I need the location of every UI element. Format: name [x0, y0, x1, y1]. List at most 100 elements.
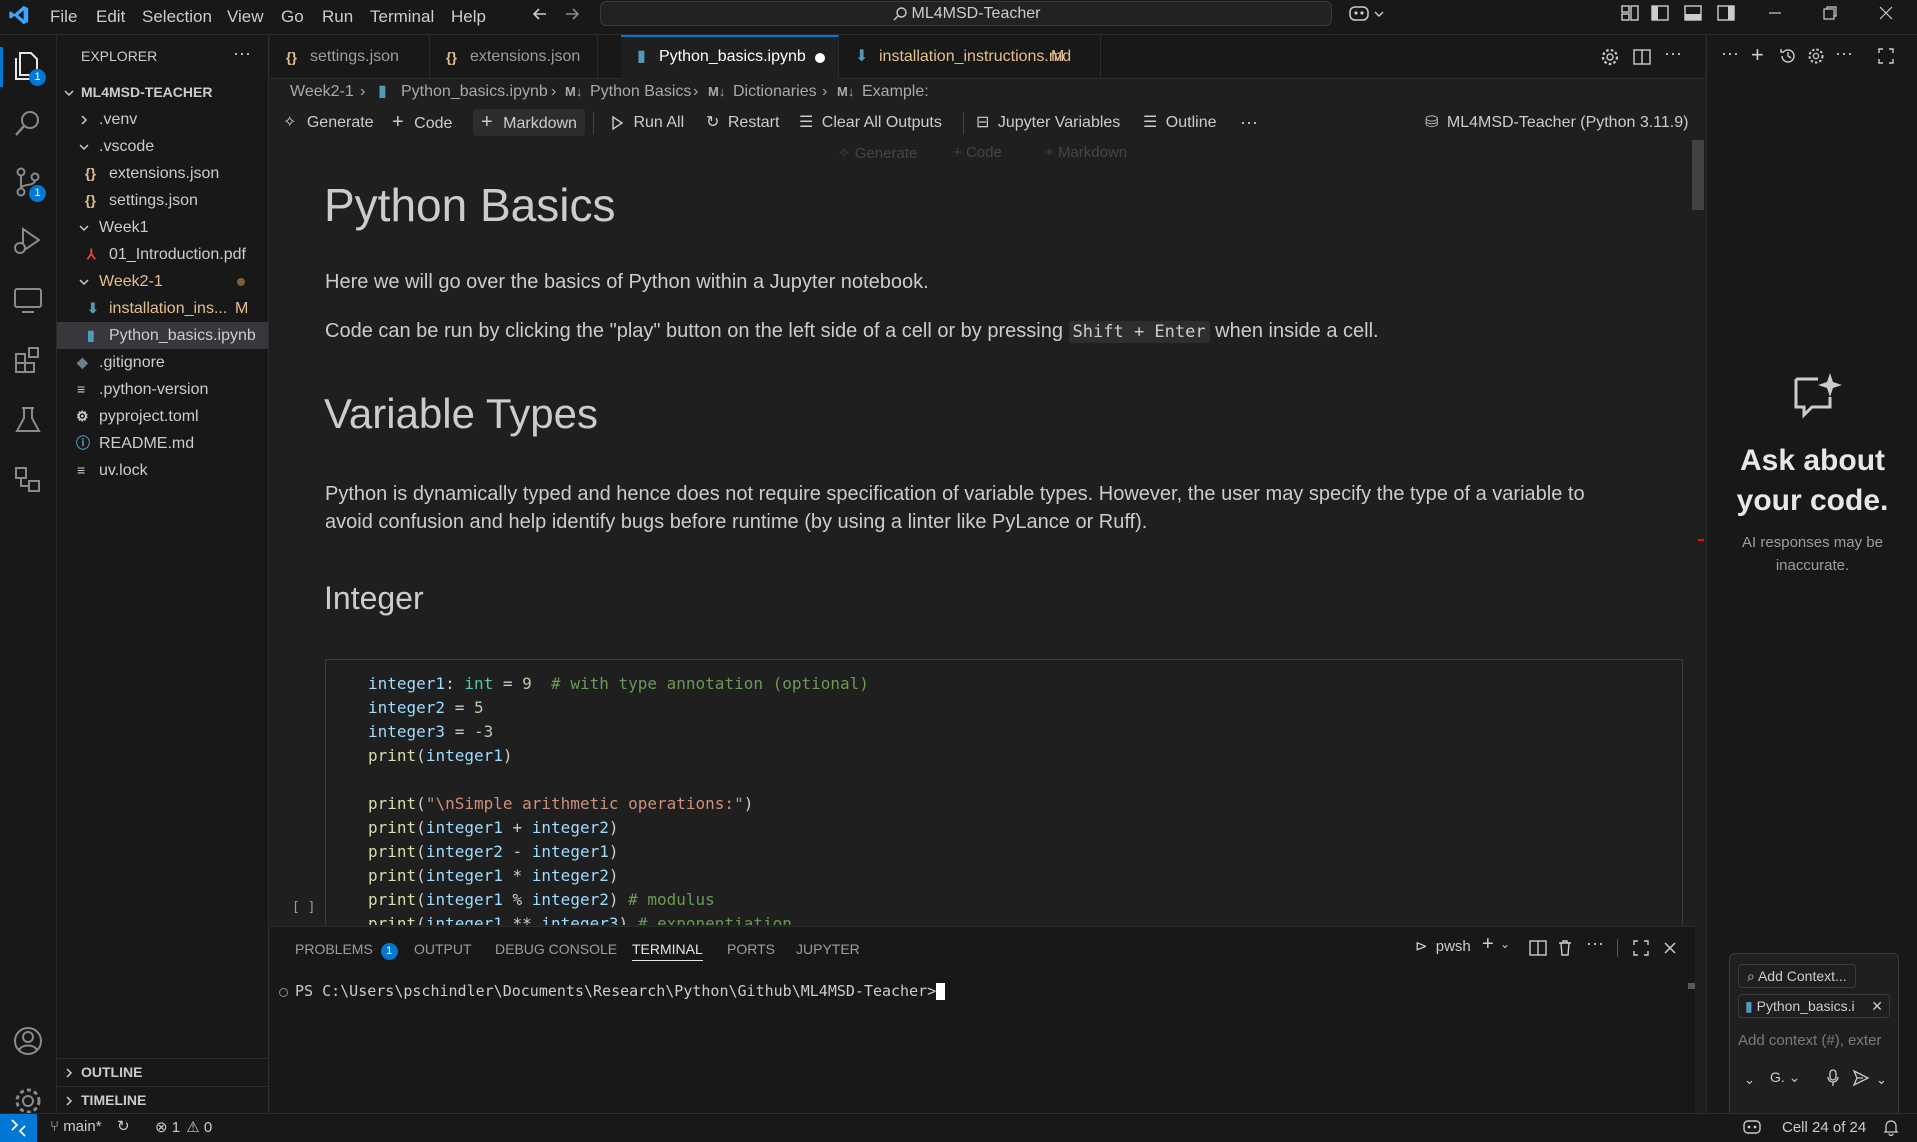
code-line-3[interactable]: integer3 = -3 [368, 720, 493, 744]
tree-file-pyproject[interactable]: ⚙ pyproject.toml [57, 403, 268, 430]
split-editor-icon[interactable] [1632, 47, 1652, 67]
tab-installation-instructions[interactable]: ⬇ installation_instructions.md M [839, 35, 1101, 79]
terminal-shell-selector[interactable]: ⊳ pwsh [1415, 937, 1471, 955]
menu-view[interactable]: View [223, 4, 268, 30]
code-line-4[interactable]: print(integer1) [368, 744, 513, 768]
run-all-button[interactable]: Run All [609, 109, 684, 136]
tree-file-readme[interactable]: ⓘ README.md [57, 430, 268, 457]
context-chip[interactable]: ▮ Python_basics.i ✕ [1738, 994, 1890, 1018]
forward-arrow-icon[interactable] [562, 4, 582, 24]
terminal-scrollbar[interactable] [1688, 983, 1695, 989]
source-control-icon[interactable]: 1 [9, 163, 47, 202]
testing-icon[interactable] [9, 401, 47, 439]
generate-button[interactable]: ✧ Generate [283, 109, 374, 136]
toggle-panel-icon[interactable] [1683, 3, 1703, 23]
breadcrumb-section[interactable]: Dictionaries [733, 80, 817, 104]
menu-help[interactable]: Help [447, 4, 490, 30]
workspace-root[interactable]: ML4MSD-TEACHER [57, 79, 268, 106]
remove-context-close-icon[interactable]: ✕ [1871, 995, 1883, 1017]
more-actions-icon[interactable]: ··· [1835, 43, 1853, 64]
back-arrow-icon[interactable] [530, 4, 550, 24]
code-line-1[interactable]: integer1: int = 9 # with type annotation… [368, 672, 869, 696]
toggle-secondary-sidebar-icon[interactable] [1716, 3, 1736, 23]
tree-file-python-version[interactable]: ≡ .python-version [57, 376, 268, 403]
code-line-6[interactable]: print("\nSimple arithmetic operations:") [368, 792, 753, 816]
copilot-icon[interactable] [1348, 3, 1388, 25]
new-chat-plus-icon[interactable]: + [1751, 44, 1764, 66]
menu-file[interactable]: File [46, 4, 81, 30]
more-actions-icon[interactable]: ··· [1721, 43, 1739, 64]
problems-indicator[interactable]: ⊗ 1 ⚠ 0 [155, 1118, 212, 1136]
maximize-chat-icon[interactable] [1877, 47, 1895, 65]
ghost-code-button[interactable]: + Code [953, 144, 1002, 161]
tree-folder-vscode[interactable]: .vscode [57, 133, 268, 160]
code-cell[interactable]: integer1: int = 9 # with type annotation… [325, 659, 1683, 925]
tree-file-introduction-pdf[interactable]: ⅄ 01_Introduction.pdf [57, 241, 268, 268]
panel-tab-jupyter[interactable]: JUPYTER [796, 937, 860, 961]
close-panel-icon[interactable] [1661, 939, 1679, 957]
tab-extensions-json[interactable]: {} extensions.json [430, 35, 598, 79]
add-context-button[interactable]: ⌕ Add Context... [1738, 964, 1856, 988]
remote-explorer-icon[interactable] [9, 281, 47, 319]
microphone-icon[interactable] [1826, 1069, 1840, 1087]
tab-settings-json[interactable]: {} settings.json [270, 35, 430, 79]
command-center[interactable]: ML4MSD-Teacher [600, 1, 1332, 26]
explorer-icon[interactable]: 1 [9, 47, 47, 86]
menu-selection[interactable]: Selection [138, 4, 216, 30]
copilot-status-icon[interactable] [1742, 1118, 1762, 1136]
code-line-10[interactable]: print(integer1 % integer2) # modulus [368, 888, 715, 912]
minimize-icon[interactable] [1765, 3, 1785, 23]
code-line-11[interactable]: print(integer1 ** integer3) # exponentia… [368, 912, 792, 925]
clear-all-outputs-button[interactable]: ☰ Clear All Outputs [799, 109, 942, 136]
close-window-icon[interactable] [1876, 3, 1896, 23]
jupyter-variables-button[interactable]: ⊟ Jupyter Variables [976, 109, 1120, 136]
send-options-chevron-down-icon[interactable]: ⌄ [1876, 1072, 1887, 1088]
chat-input[interactable]: Add context (#), exter [1738, 1032, 1892, 1049]
send-icon[interactable] [1852, 1069, 1870, 1087]
sync-icon[interactable]: ↻ [117, 1117, 130, 1135]
panel-tab-terminal[interactable]: TERMINAL [632, 937, 703, 961]
code-line-9[interactable]: print(integer1 * integer2) [368, 864, 618, 888]
containers-icon[interactable] [9, 461, 47, 499]
run-debug-icon[interactable] [9, 221, 47, 259]
chat-settings-gear-icon[interactable] [1807, 47, 1825, 65]
remote-indicator[interactable] [0, 1114, 37, 1142]
menu-terminal[interactable]: Terminal [366, 4, 438, 30]
kernel-picker[interactable]: ⛁ ML4MSD-Teacher (Python 3.11.9) [1425, 109, 1688, 136]
outline-button[interactable]: ☰ Outline [1143, 109, 1217, 136]
split-terminal-icon[interactable] [1529, 939, 1547, 957]
tree-file-settings-json[interactable]: {} settings.json [57, 187, 268, 214]
add-code-cell-button[interactable]: + Code [392, 109, 452, 136]
chevron-down-icon[interactable]: ⌄ [1500, 937, 1510, 951]
tab-python-basics[interactable]: ▮ Python_basics.ipynb [621, 35, 839, 79]
history-icon[interactable] [1779, 47, 1797, 65]
tree-file-gitignore[interactable]: ◆ .gitignore [57, 349, 268, 376]
notebook-settings-gear-icon[interactable] [1600, 47, 1620, 67]
tree-file-installation-instructions[interactable]: ⬇ installation_ins... M [57, 295, 268, 322]
search-icon[interactable] [9, 105, 47, 143]
panel-tab-output[interactable]: OUTPUT [414, 937, 472, 961]
code-line-7[interactable]: print(integer1 + integer2) [368, 816, 618, 840]
customize-layout-icon[interactable] [1620, 3, 1640, 23]
outline-section[interactable]: OUTLINE [57, 1059, 268, 1086]
panel-tab-ports[interactable]: PORTS [727, 937, 775, 961]
tree-folder-venv[interactable]: .venv [57, 106, 268, 133]
notebook-scrollbar-thumb[interactable] [1692, 140, 1704, 210]
maximize-panel-icon[interactable] [1632, 939, 1650, 957]
menu-edit[interactable]: Edit [92, 4, 129, 30]
ghost-generate-button[interactable]: ✧ Generate [838, 144, 917, 162]
toggle-primary-sidebar-icon[interactable] [1650, 3, 1670, 23]
code-line-2[interactable]: integer2 = 5 [368, 696, 484, 720]
breadcrumb-file[interactable]: Python_basics.ipynb [401, 80, 548, 104]
tree-file-uv-lock[interactable]: ≡ uv.lock [57, 457, 268, 484]
breadcrumb-folder[interactable]: Week2-1 [290, 80, 354, 104]
panel-tab-problems[interactable]: PROBLEMS 1 [295, 937, 398, 961]
breadcrumb-subsection[interactable]: Example: [862, 80, 929, 104]
more-actions-icon[interactable]: ··· [233, 43, 251, 64]
more-actions-icon[interactable]: ··· [1586, 933, 1604, 954]
terminal-output[interactable]: PS C:\Users\pschindler\Documents\Researc… [295, 982, 946, 1000]
cell-position-indicator[interactable]: Cell 24 of 24 [1782, 1119, 1866, 1136]
code-line-8[interactable]: print(integer2 - integer1) [368, 840, 618, 864]
extensions-icon[interactable] [9, 341, 47, 379]
git-branch-indicator[interactable]: ⑂ main* [50, 1118, 102, 1135]
